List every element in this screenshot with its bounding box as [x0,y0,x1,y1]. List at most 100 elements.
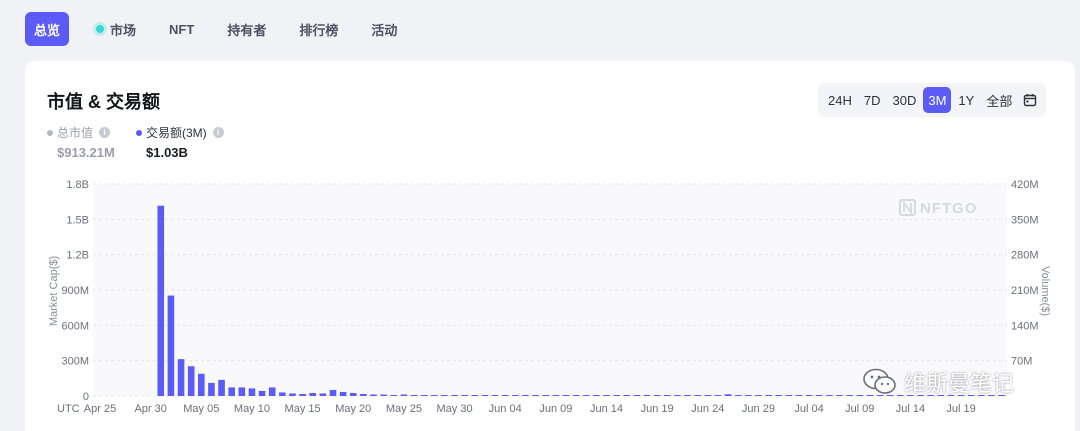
x-tick-label: Jul 19 [946,403,975,415]
volume-bar[interactable] [582,395,590,396]
volume-bar[interactable] [349,392,357,396]
wechat-text: 维斯曼笔记 [904,371,1015,396]
volume-bar[interactable] [218,379,225,396]
volume-bar[interactable] [400,394,408,396]
volume-bar[interactable] [562,395,570,396]
x-axis: UTC Apr 25 Apr 30 May 05 May 10 May 15 May 20 M… [57,403,976,415]
volume-bar[interactable] [289,393,296,396]
y-tick-label: 900M [61,285,89,297]
volume-bar[interactable] [785,395,793,396]
volume-bar[interactable] [329,389,337,396]
y-tick-label: 300M [61,356,89,368]
volume-bar[interactable] [279,392,286,396]
volume-bar[interactable] [248,388,256,396]
volume-bar[interactable] [795,395,803,396]
x-tick-label: May 05 [183,403,219,415]
volume-bar[interactable] [846,395,853,396]
x-tick-label: Jun 14 [590,403,623,415]
x-tick-label: Jul 14 [896,403,925,415]
volume-bar[interactable] [461,395,468,396]
volume-bar[interactable] [572,395,580,396]
volume-bar[interactable] [157,205,165,396]
volume-bar[interactable] [704,395,712,396]
volume-bar[interactable] [714,395,722,396]
volume-bar[interactable] [177,359,185,396]
y2-axis-title: Volume($) [1039,266,1051,316]
volume-bar[interactable] [684,395,691,396]
volume-bar[interactable] [339,391,347,396]
y-tick-label: 0 [83,391,89,403]
volume-bar[interactable] [167,295,175,396]
volume-bar[interactable] [228,387,235,396]
y-tick-label: 1.5B [66,214,89,226]
volume-bar[interactable] [745,395,752,396]
volume-bar[interactable] [775,395,783,396]
volume-bar[interactable] [238,387,246,396]
y2-tick-label: 210M [1011,285,1039,297]
volume-bar[interactable] [471,395,479,396]
volume-bar[interactable] [724,394,732,396]
volume-bar[interactable] [663,395,671,396]
volume-bar[interactable] [694,395,701,396]
volume-bar[interactable] [481,395,489,396]
x-tick-label: Jun 29 [742,403,775,415]
y-tick-label: 600M [61,320,89,332]
volume-bar[interactable] [187,366,195,396]
volume-bar[interactable] [755,395,762,396]
x-tick-label: Jun 19 [641,403,674,415]
y2-tick-label: 140M [1011,320,1039,332]
x-tick-label: Jun 09 [539,403,572,415]
volume-bar[interactable] [380,394,387,396]
volume-bar[interactable] [319,393,327,396]
y-tick-label: 1.8B [66,179,89,191]
y-axis-left: 0 300M 600M 900M 1.2B 1.5B 1.8B [61,179,89,403]
volume-bar[interactable] [805,395,813,396]
volume-bar[interactable] [623,395,631,396]
y-axis-title: Market Cap($) [48,256,60,326]
volume-bar[interactable] [258,390,266,396]
volume-bar[interactable] [430,394,438,396]
volume-bar[interactable] [198,373,205,396]
volume-bar[interactable] [532,395,539,396]
y2-tick-label: 350M [1011,214,1039,226]
volume-bar[interactable] [653,395,661,396]
volume-bar[interactable] [552,395,560,396]
volume-bar[interactable] [501,395,509,396]
watermark-text: NFTGO [920,200,978,217]
volume-bar[interactable] [309,392,317,396]
volume-bar[interactable] [593,395,600,396]
volume-bar[interactable] [410,394,418,396]
volume-bar[interactable] [299,393,306,396]
volume-bar[interactable] [491,395,499,396]
volume-bar[interactable] [420,394,428,396]
y-axis-right: 70M 140M 210M 280M 350M 420M [1011,179,1039,368]
volume-bar[interactable] [765,395,772,396]
x-tick-label: UTC [57,403,80,415]
volume-bar[interactable] [826,395,833,396]
volume-bar[interactable] [674,395,681,396]
volume-bar[interactable] [633,395,641,396]
x-tick-label: Jul 04 [794,403,823,415]
x-tick-label: Jul 09 [845,403,874,415]
x-tick-label: May 30 [437,403,473,415]
volume-bar[interactable] [441,395,448,396]
volume-bar[interactable] [451,395,458,396]
volume-bar[interactable] [522,395,529,396]
volume-bar[interactable] [268,387,276,396]
volume-bar[interactable] [360,393,367,396]
y2-tick-label: 280M [1011,250,1039,262]
volume-bar[interactable] [643,395,651,396]
volume-bar[interactable] [603,395,610,396]
volume-bar[interactable] [734,394,742,396]
volume-bar[interactable] [512,395,519,396]
volume-bar[interactable] [542,395,550,396]
volume-bar[interactable] [613,395,620,396]
volume-bar[interactable] [836,395,843,396]
volume-bar[interactable] [815,395,823,396]
x-tick-label: Apr 30 [134,403,166,415]
x-tick-label: May 15 [285,403,321,415]
x-tick-label: Jun 04 [489,403,522,415]
volume-bar[interactable] [390,394,398,396]
volume-bar[interactable] [370,394,377,396]
volume-bar[interactable] [208,382,215,396]
